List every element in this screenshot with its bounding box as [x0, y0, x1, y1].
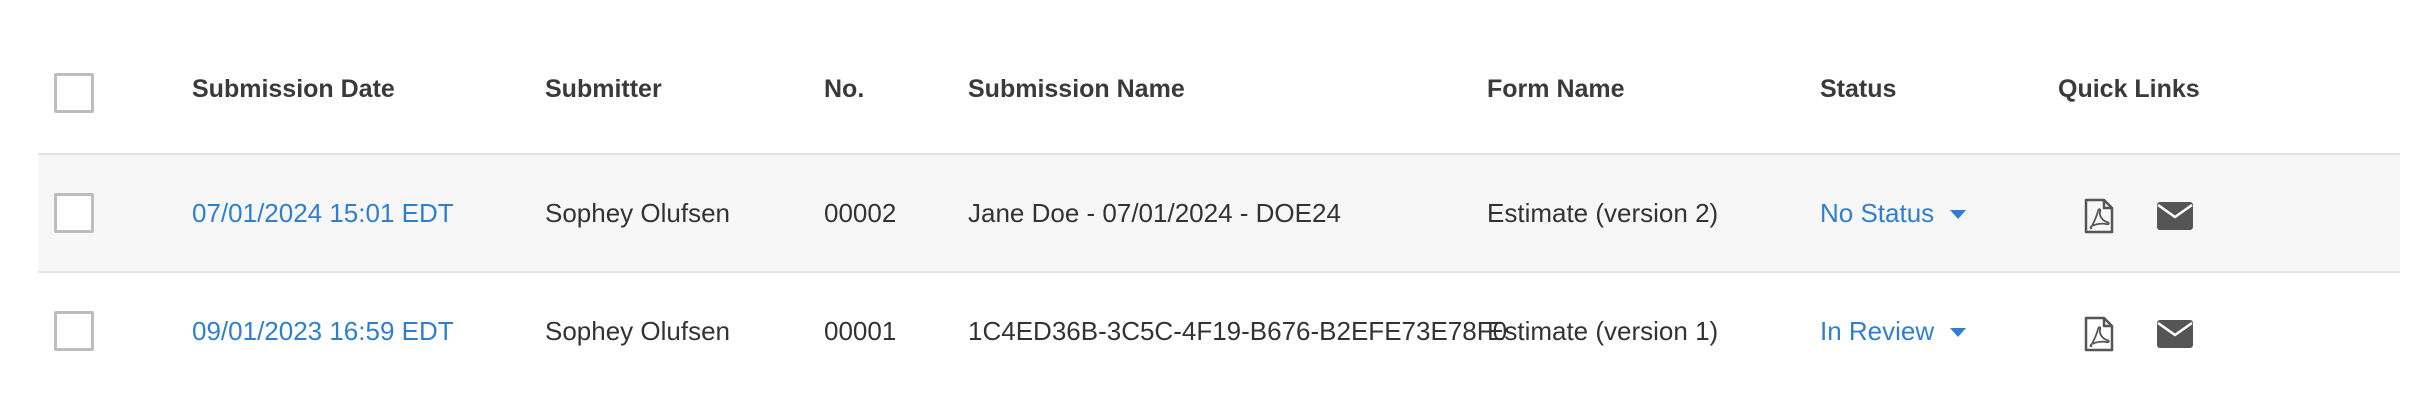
row-checkbox[interactable]	[54, 311, 94, 351]
submission-date-link[interactable]: 07/01/2024 15:01 EDT	[192, 155, 454, 271]
header-form-name[interactable]: Form Name	[1487, 0, 1625, 153]
status-label: No Status	[1820, 197, 1935, 228]
submitter-cell: Sophey Olufsen	[545, 315, 731, 346]
quick-links-cell	[2058, 155, 2194, 271]
pdf-icon[interactable]	[2084, 316, 2114, 352]
submission-date-link[interactable]: 09/01/2023 16:59 EDT	[192, 273, 454, 389]
number-cell: 00001	[824, 315, 897, 346]
header-number[interactable]: No.	[824, 0, 864, 153]
select-all-checkbox[interactable]	[54, 73, 94, 113]
status-cell: In Review	[1820, 273, 1967, 389]
envelope-icon[interactable]	[2156, 201, 2194, 231]
table-row: 07/01/2024 15:01 EDT Sophey Olufsen 0000…	[38, 155, 2400, 273]
form-name-cell: Estimate (version 1)	[1487, 315, 1719, 346]
header-quick-links: Quick Links	[2058, 75, 2200, 103]
table-row: 09/01/2023 16:59 EDT Sophey Olufsen 0000…	[38, 273, 2400, 389]
form-name-cell: Estimate (version 2)	[1487, 197, 1719, 228]
submissions-table: Submission Date Submitter No. Submission…	[38, 0, 2400, 389]
submission-name-cell: Jane Doe - 07/01/2024 - DOE24	[968, 197, 1341, 228]
submitter-cell: Sophey Olufsen	[545, 197, 731, 228]
quick-links-cell	[2058, 273, 2194, 389]
submission-name-cell: 1C4ED36B-3C5C-4F19-B676-B2EFE73E78F0	[968, 315, 1508, 346]
row-checkbox[interactable]	[54, 193, 94, 233]
header-submission-name[interactable]: Submission Name	[968, 0, 1185, 153]
number-cell: 00002	[824, 197, 897, 228]
pdf-icon[interactable]	[2084, 198, 2114, 234]
status-label: In Review	[1820, 315, 1935, 346]
caret-down-icon	[1950, 327, 1967, 337]
caret-down-icon	[1950, 209, 1967, 219]
row-select-cell	[54, 155, 94, 271]
select-all-cell	[54, 0, 94, 153]
table-header-row: Submission Date Submitter No. Submission…	[38, 0, 2400, 155]
status-dropdown[interactable]: In Review	[1820, 315, 1967, 347]
row-select-cell	[54, 273, 94, 389]
header-status[interactable]: Status	[1820, 0, 1896, 153]
status-cell: No Status	[1820, 155, 1967, 271]
header-submitter[interactable]: Submitter	[545, 0, 662, 153]
envelope-icon[interactable]	[2156, 319, 2194, 349]
status-dropdown[interactable]: No Status	[1820, 197, 1967, 229]
header-submission-date[interactable]: Submission Date	[192, 0, 395, 153]
